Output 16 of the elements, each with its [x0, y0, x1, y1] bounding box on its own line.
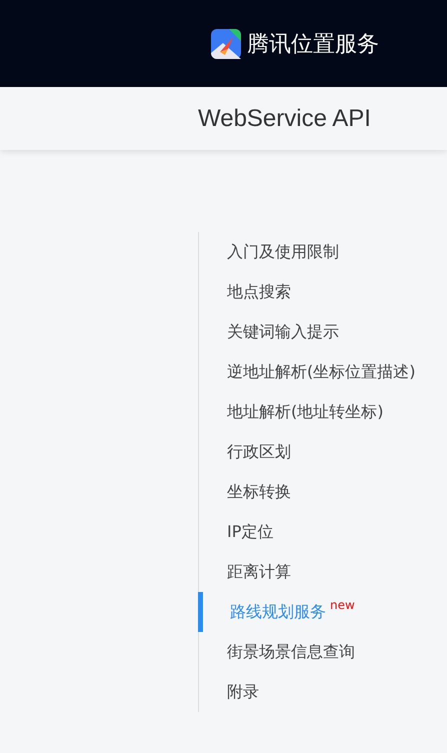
nav-item[interactable]: 地点搜索: [199, 272, 447, 312]
nav-item[interactable]: 关键词输入提示: [199, 312, 447, 352]
nav-item[interactable]: 街景场景信息查询: [199, 632, 447, 672]
brand-name: 腾讯位置服务: [247, 30, 379, 58]
nav-item[interactable]: 逆地址解析(坐标位置描述): [199, 352, 447, 392]
nav-item[interactable]: 附录: [199, 672, 447, 712]
nav-item[interactable]: IP定位: [199, 512, 447, 552]
page-title: WebService API: [198, 104, 371, 132]
new-label: new: [330, 598, 355, 612]
nav-item[interactable]: 入门及使用限制: [199, 232, 447, 272]
nav-item[interactable]: 路线规划服务 $^{new}$: [198, 592, 447, 632]
nav-item[interactable]: 地址解析(地址转坐标): [199, 392, 447, 432]
nav-item[interactable]: 坐标转换: [199, 472, 447, 512]
nav-item[interactable]: 距离计算: [199, 552, 447, 592]
nav-item[interactable]: 行政区划: [199, 432, 447, 472]
logo-icon: [211, 28, 241, 58]
